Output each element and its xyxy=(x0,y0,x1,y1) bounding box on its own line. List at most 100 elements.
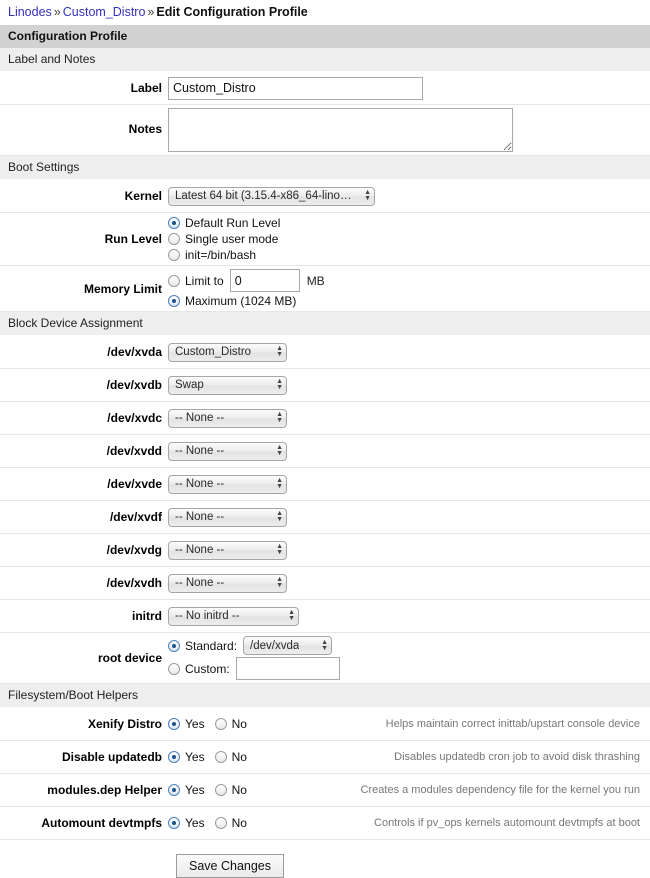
page-title: Configuration Profile xyxy=(0,25,650,48)
yes-label: Yes xyxy=(185,816,205,830)
device-select-xvdf[interactable]: -- None -- ▲▼ xyxy=(168,508,287,527)
breadcrumb-link-linodes[interactable]: Linodes xyxy=(8,5,52,19)
root-device-custom-label: Custom: xyxy=(185,662,230,676)
modules-dep-helper-no[interactable]: No xyxy=(215,783,247,797)
automount-devtmpfs-label: Automount devtmpfs xyxy=(0,816,168,830)
table-row: /dev/xvdd -- None -- ▲▼ xyxy=(0,435,650,468)
table-row: /dev/xvda Custom_Distro ▲▼ xyxy=(0,336,650,369)
run-level-radio-group: Default Run Level Single user mode init=… xyxy=(168,216,290,262)
kernel-select-value: Latest 64 bit (3.15.4-x86_64-linode45) xyxy=(175,190,356,202)
root-device-custom-input[interactable] xyxy=(236,657,340,680)
radio-icon[interactable] xyxy=(168,249,180,261)
chevron-updown-icon: ▲▼ xyxy=(276,379,283,391)
radio-icon[interactable] xyxy=(168,817,180,829)
row-root-device: root device Standard: /dev/xvda ▲▼ Custo… xyxy=(0,633,650,684)
automount-devtmpfs-no[interactable]: No xyxy=(215,816,247,830)
radio-icon[interactable] xyxy=(168,233,180,245)
device-select-xvde[interactable]: -- None -- ▲▼ xyxy=(168,475,287,494)
device-select-xvdd[interactable]: -- None -- ▲▼ xyxy=(168,442,287,461)
device-select-value: -- None -- xyxy=(175,445,224,457)
device-label-xvdd: /dev/xvdd xyxy=(0,444,168,458)
row-label: Label xyxy=(0,72,650,105)
xenify-distro-no[interactable]: No xyxy=(215,717,247,731)
radio-icon[interactable] xyxy=(215,718,227,730)
device-select-xvdh[interactable]: -- None -- ▲▼ xyxy=(168,574,287,593)
automount-devtmpfs-yes[interactable]: Yes xyxy=(168,816,205,830)
table-row: /dev/xvdf -- None -- ▲▼ xyxy=(0,501,650,534)
radio-icon[interactable] xyxy=(168,275,180,287)
subsection-block-device-assignment: Block Device Assignment xyxy=(0,312,650,336)
radio-icon[interactable] xyxy=(168,295,180,307)
chevron-updown-icon: ▲▼ xyxy=(276,412,283,424)
radio-icon[interactable] xyxy=(215,751,227,763)
memory-limit-option-maximum[interactable]: Maximum (1024 MB) xyxy=(168,294,325,308)
disable-updatedb-yes[interactable]: Yes xyxy=(168,750,205,764)
row-automount-devtmpfs: Automount devtmpfs Yes No Controls if pv… xyxy=(0,807,650,840)
label-input[interactable] xyxy=(168,77,423,100)
run-level-option-label: init=/bin/bash xyxy=(185,248,256,262)
breadcrumb-link-custom-distro[interactable]: Custom_Distro xyxy=(63,5,146,19)
chevron-updown-icon: ▲▼ xyxy=(364,190,371,202)
memory-limit-limit-to-label: Limit to xyxy=(185,274,224,288)
table-row: /dev/xvde -- None -- ▲▼ xyxy=(0,468,650,501)
device-select-xvda[interactable]: Custom_Distro ▲▼ xyxy=(168,343,287,362)
device-select-value: -- None -- xyxy=(175,577,224,589)
radio-icon[interactable] xyxy=(168,663,180,675)
xenify-distro-help: Helps maintain correct inittab/upstart c… xyxy=(386,718,650,730)
initrd-select[interactable]: -- No initrd -- ▲▼ xyxy=(168,607,299,626)
root-device-field-label: root device xyxy=(0,651,168,665)
disable-updatedb-label: Disable updatedb xyxy=(0,750,168,764)
save-changes-button[interactable]: Save Changes xyxy=(176,854,284,878)
root-device-option-standard[interactable]: Standard: /dev/xvda ▲▼ xyxy=(168,636,340,655)
device-select-value: Swap xyxy=(175,379,204,391)
memory-limit-unit: MB xyxy=(307,274,325,288)
no-label: No xyxy=(232,717,247,731)
run-level-option-label: Single user mode xyxy=(185,232,278,246)
device-select-xvdg[interactable]: -- None -- ▲▼ xyxy=(168,541,287,560)
breadcrumb-separator: » xyxy=(145,5,156,19)
root-device-option-custom[interactable]: Custom: xyxy=(168,657,340,680)
root-device-standard-select[interactable]: /dev/xvda ▲▼ xyxy=(243,636,332,655)
run-level-option-default[interactable]: Default Run Level xyxy=(168,216,280,230)
row-run-level: Run Level Default Run Level Single user … xyxy=(0,213,650,266)
chevron-updown-icon: ▲▼ xyxy=(276,544,283,556)
memory-limit-input[interactable] xyxy=(230,269,300,292)
table-row: /dev/xvdg -- None -- ▲▼ xyxy=(0,534,650,567)
xenify-distro-yes[interactable]: Yes xyxy=(168,717,205,731)
modules-dep-helper-yes[interactable]: Yes xyxy=(168,783,205,797)
device-select-xvdc[interactable]: -- None -- ▲▼ xyxy=(168,409,287,428)
save-button-container: Save Changes xyxy=(0,840,650,878)
notes-textarea[interactable] xyxy=(168,108,513,152)
device-select-xvdb[interactable]: Swap ▲▼ xyxy=(168,376,287,395)
radio-icon[interactable] xyxy=(215,817,227,829)
initrd-field-label: initrd xyxy=(0,609,168,623)
xenify-distro-label: Xenify Distro xyxy=(0,717,168,731)
device-select-value: -- None -- xyxy=(175,478,224,490)
subsection-boot-settings: Boot Settings xyxy=(0,156,650,180)
yes-label: Yes xyxy=(185,750,205,764)
radio-icon[interactable] xyxy=(168,751,180,763)
table-row: /dev/xvdh -- None -- ▲▼ xyxy=(0,567,650,600)
row-disable-updatedb: Disable updatedb Yes No Disables updated… xyxy=(0,741,650,774)
subsection-label-and-notes: Label and Notes xyxy=(0,48,650,72)
radio-icon[interactable] xyxy=(168,217,180,229)
no-label: No xyxy=(232,783,247,797)
breadcrumb-separator: » xyxy=(52,5,63,19)
memory-limit-option-limit-to[interactable]: Limit to MB xyxy=(168,269,325,292)
table-row: /dev/xvdb Swap ▲▼ xyxy=(0,369,650,402)
radio-icon[interactable] xyxy=(168,640,180,652)
run-level-option-single-user[interactable]: Single user mode xyxy=(168,232,280,246)
device-select-value: -- None -- xyxy=(175,412,224,424)
device-label-xvdb: /dev/xvdb xyxy=(0,378,168,392)
radio-icon[interactable] xyxy=(168,718,180,730)
initrd-select-value: -- No initrd -- xyxy=(175,610,240,622)
automount-devtmpfs-help: Controls if pv_ops kernels automount dev… xyxy=(374,817,650,829)
kernel-select[interactable]: Latest 64 bit (3.15.4-x86_64-linode45) ▲… xyxy=(168,187,375,206)
run-level-option-init-bash[interactable]: init=/bin/bash xyxy=(168,248,280,262)
row-xenify-distro: Xenify Distro Yes No Helps maintain corr… xyxy=(0,708,650,741)
device-label-xvda: /dev/xvda xyxy=(0,345,168,359)
radio-icon[interactable] xyxy=(215,784,227,796)
root-device-standard-label: Standard: xyxy=(185,639,237,653)
disable-updatedb-no[interactable]: No xyxy=(215,750,247,764)
radio-icon[interactable] xyxy=(168,784,180,796)
